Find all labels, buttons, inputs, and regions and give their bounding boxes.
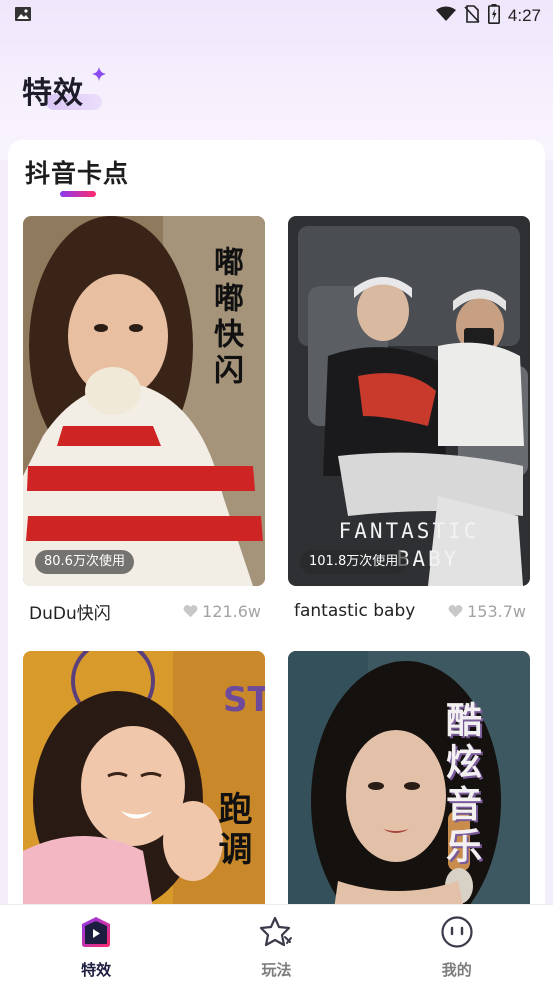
nav-item-gameplay[interactable]: 玩法 <box>206 905 346 980</box>
page-title: 特效 <box>22 76 84 111</box>
effect-name: fantastic baby <box>294 601 416 621</box>
thumbnail-overlay-text: FANTASTIC <box>339 519 480 543</box>
effect-thumbnail[interactable]: FANTASTIC BABY 101.8万次使用 <box>288 216 530 586</box>
thumbnail-overlay-text: 嘟嘟快闪 <box>208 246 243 390</box>
effect-card[interactable]: FANTASTIC BABY 101.8万次使用 fantastic baby … <box>288 216 530 621</box>
no-sim-icon <box>464 5 480 27</box>
like-count-value: 121.6w <box>202 601 261 621</box>
thumbnail-image <box>288 651 530 904</box>
section-underline <box>60 191 96 197</box>
page-header: 特效 <box>22 67 106 118</box>
thumbnail-overlay-text: 跑调 <box>212 791 252 871</box>
nav-item-effects[interactable]: 特效 <box>26 905 166 980</box>
sparkle-icon <box>92 66 106 85</box>
wifi-icon <box>435 6 456 26</box>
card-footer: DuDu快闪 121.6w <box>29 598 261 624</box>
card-footer: fantastic baby 153.7w <box>294 598 526 624</box>
usage-count: 80.6万次使用 <box>35 550 134 574</box>
star-icon <box>258 915 294 953</box>
nav-label: 玩法 <box>261 961 292 979</box>
effect-name: DuDu快闪 <box>29 603 111 624</box>
status-time: 4:27 <box>507 6 541 25</box>
like-count-value: 153.7w <box>467 601 526 621</box>
bottom-navigation: 特效 玩法 我的 <box>0 904 553 983</box>
effect-card[interactable]: 酷炫音乐 <box>288 651 530 904</box>
heart-icon <box>183 604 198 618</box>
effect-thumbnail[interactable]: 嘟嘟快闪 80.6万次使用 <box>23 216 265 586</box>
nav-label: 特效 <box>81 961 112 979</box>
heart-icon <box>448 604 463 618</box>
effect-card[interactable]: 嘟嘟快闪 80.6万次使用 DuDu快闪 121.6w <box>23 216 265 624</box>
nav-label: 我的 <box>441 961 472 979</box>
section-title: 抖音卡点 <box>25 159 130 188</box>
effect-thumbnail[interactable]: 酷炫音乐 <box>288 651 530 904</box>
svg-text:ST: ST <box>223 680 265 720</box>
like-count[interactable]: 121.6w <box>183 602 261 621</box>
thumbnail-image: FANTASTIC BABY <box>288 216 530 586</box>
usage-count: 101.8万次使用 <box>300 550 408 574</box>
battery-icon <box>487 4 500 28</box>
nav-item-profile[interactable]: 我的 <box>387 905 527 980</box>
like-count[interactable]: 153.7w <box>448 602 526 621</box>
play-icon <box>78 915 114 953</box>
effect-card[interactable]: ST 跑调 <box>23 651 265 904</box>
thumbnail-overlay-text: 酷炫音乐 <box>440 701 481 869</box>
gallery-icon <box>14 5 32 27</box>
effects-list[interactable]: 抖音卡点 嘟嘟快闪 80.6万次使用 DuDu快闪 121.6w FANTAST… <box>8 140 545 904</box>
face-icon <box>439 915 475 953</box>
status-bar: 4:27 <box>0 0 553 32</box>
effect-thumbnail[interactable]: ST 跑调 <box>23 651 265 904</box>
